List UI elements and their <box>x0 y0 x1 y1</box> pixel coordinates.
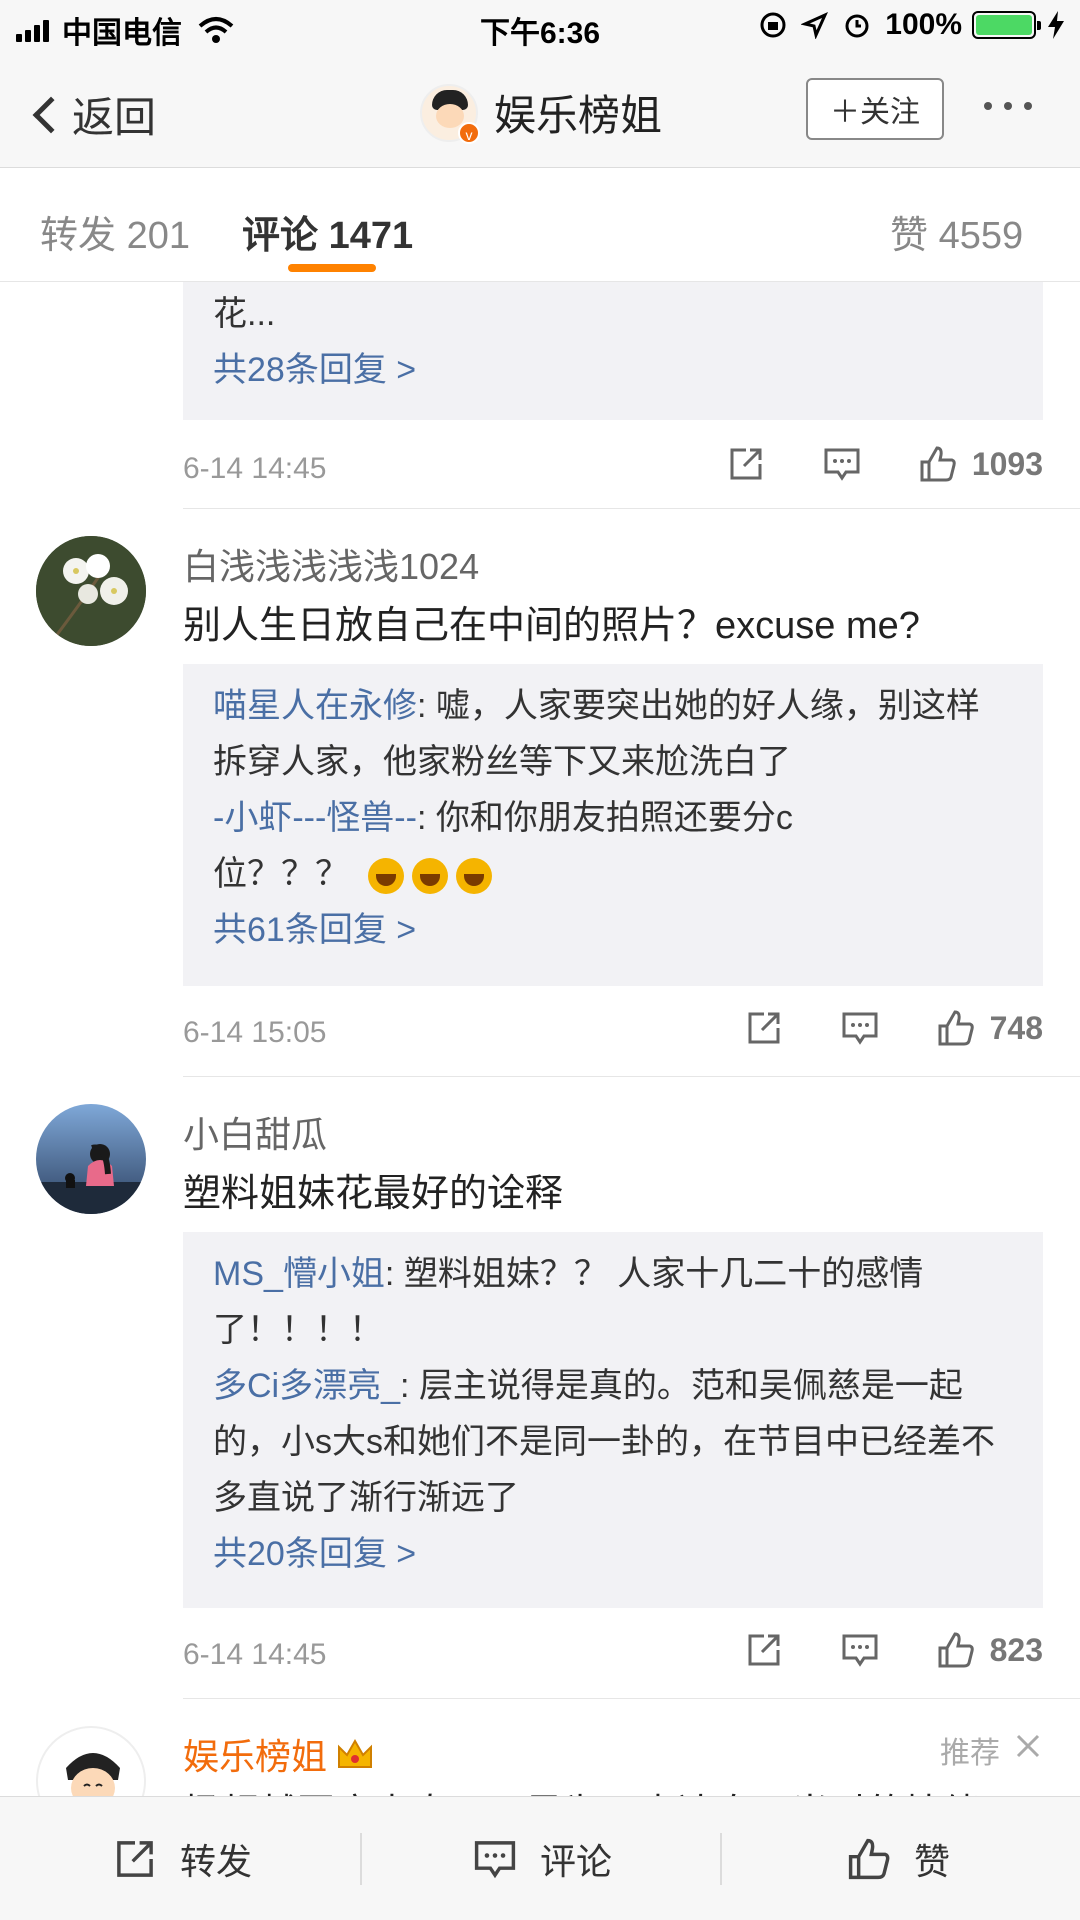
reply-text: 花... <box>213 295 276 333</box>
share-label: 转发 <box>180 1841 253 1882</box>
like-button[interactable]: 赞 <box>846 1797 950 1920</box>
page-title: 娱乐榜姐 <box>494 92 663 139</box>
tab-reposts[interactable]: 转发 201 <box>40 204 190 259</box>
share-icon[interactable] <box>726 444 766 484</box>
share-icon[interactable] <box>744 1008 784 1048</box>
back-label: 返回 <box>72 94 157 141</box>
emoji-laugh-icon <box>412 858 449 895</box>
comment-label: 评论 <box>540 1841 613 1882</box>
avatar[interactable] <box>36 536 146 646</box>
reply-box: 喵星人在永修: 嘘，人家要突出她的好人缘，别这样拆穿人家，他家粉丝等下又来尬洗白… <box>183 664 1043 986</box>
status-bar: 中国电信 下午6:36 100% <box>0 0 1080 54</box>
emoji-laugh-icon <box>456 858 493 895</box>
comment-time: 6-14 14:45 <box>183 1638 327 1671</box>
comment-text: 别人生日放自己在中间的照片？excuse me? <box>183 605 920 647</box>
tab-bar: 转发 201 评论 1471 赞 4559 <box>0 168 1080 282</box>
recommend-badge: 推荐 <box>940 1737 1000 1770</box>
tab-comments[interactable]: 评论 1471 <box>242 204 413 259</box>
comment-icon[interactable] <box>840 1008 880 1048</box>
battery-icon <box>972 11 1041 39</box>
comment-list[interactable]: 花... 共28条回复 > 6-14 14:45 1093 白浅浅浅浅浅1024… <box>0 282 1080 1796</box>
comment-username[interactable]: 白浅浅浅浅浅1024 <box>183 538 479 590</box>
avatar[interactable] <box>36 1726 146 1796</box>
share-icon <box>117 1841 153 1877</box>
comment-meta: 6-14 15:05 748 <box>183 1004 1043 1064</box>
like-icon[interactable] <box>936 1008 976 1048</box>
comment-meta: 6-14 14:45 823 <box>183 1626 1043 1686</box>
divider <box>183 508 1080 509</box>
emoji-laugh-icon <box>368 858 405 895</box>
crown-icon <box>338 1738 373 1768</box>
avatar: v <box>420 83 480 144</box>
reply-username[interactable]: 多Ci多漂亮_ <box>213 1367 400 1405</box>
more-icon[interactable] <box>984 102 1044 110</box>
tab-likes[interactable]: 赞 4559 <box>890 204 1023 259</box>
reply-item[interactable]: -小虾---怪兽--: 你和你朋友拍照还要分c位？？？ <box>213 790 873 902</box>
alarm-icon <box>845 14 869 38</box>
like-icon <box>848 1838 890 1880</box>
reply-item[interactable]: 多Ci多漂亮_: 层主说得是真的。范和吴佩慈是一起的，小s大s和她们不是同一卦的… <box>213 1358 1013 1526</box>
like-count: 823 <box>989 1631 1043 1668</box>
comment-time: 6-14 15:05 <box>183 1016 327 1049</box>
reply-item[interactable]: MS_懵小姐: 塑料姐妹？？ 人家十几二十的感情了！！！！ <box>213 1246 1003 1358</box>
back-button[interactable]: 返回 <box>28 84 156 145</box>
comment-username[interactable]: 娱乐榜姐 <box>183 1728 375 1780</box>
divider <box>360 1833 362 1885</box>
charging-icon <box>1048 11 1064 39</box>
tab-underline <box>288 264 376 272</box>
more-replies-link[interactable]: 共28条回复 > <box>213 342 1013 398</box>
share-button[interactable]: 转发 <box>112 1797 252 1920</box>
like-count: 748 <box>989 1009 1043 1046</box>
comment-icon[interactable] <box>822 444 862 484</box>
like-label: 赞 <box>914 1841 951 1882</box>
divider <box>183 1698 1080 1699</box>
comment-text: 塑料姐妹花最好的诠释 <box>183 1173 564 1215</box>
like-count: 1093 <box>971 445 1043 482</box>
share-icon[interactable] <box>744 1630 784 1670</box>
comment-text: 杨超越回应表态，只是为了表达自己当时的情绪 <box>183 1782 1003 1796</box>
like-icon[interactable] <box>936 1630 976 1670</box>
reply-username[interactable]: MS_懵小姐 <box>213 1255 385 1293</box>
comment-time: 6-14 14:45 <box>183 452 327 485</box>
battery-percent: 100% <box>885 8 962 41</box>
nav-bar: 返回 v 娱乐榜姐 ＋关注 <box>0 54 1080 168</box>
like-icon[interactable] <box>918 444 958 484</box>
reply-box: 花... 共28条回复 > <box>183 282 1043 420</box>
reply-box: MS_懵小姐: 塑料姐妹？？ 人家十几二十的感情了！！！！ 多Ci多漂亮_: 层… <box>183 1232 1043 1608</box>
divider <box>183 1076 1080 1077</box>
chevron-left-icon <box>32 96 70 133</box>
reply-username[interactable]: -小虾---怪兽-- <box>213 799 417 837</box>
follow-button[interactable]: ＋关注 <box>806 78 944 140</box>
bottom-action-bar: 转发 评论 赞 <box>0 1796 1080 1920</box>
comment-button[interactable]: 评论 <box>472 1797 612 1920</box>
comment-icon <box>474 1841 516 1879</box>
divider <box>720 1833 722 1885</box>
reply-item[interactable]: 喵星人在永修: 嘘，人家要突出她的好人缘，别这样拆穿人家，他家粉丝等下又来尬洗白… <box>213 678 1013 790</box>
more-replies-link[interactable]: 共61条回复 > <box>213 902 1013 958</box>
close-icon[interactable] <box>1012 1730 1044 1762</box>
lock-rotation-icon <box>760 12 786 38</box>
reply-username[interactable]: 喵星人在永修 <box>213 687 417 725</box>
location-icon <box>801 12 829 39</box>
nav-title[interactable]: v 娱乐榜姐 <box>420 82 663 144</box>
avatar[interactable] <box>36 1104 146 1214</box>
comment-meta: 6-14 14:45 1093 <box>183 440 1043 500</box>
more-replies-link[interactable]: 共20条回复 > <box>213 1526 1013 1582</box>
comment-icon[interactable] <box>840 1630 880 1670</box>
comment-username[interactable]: 小白甜瓜 <box>183 1106 327 1158</box>
